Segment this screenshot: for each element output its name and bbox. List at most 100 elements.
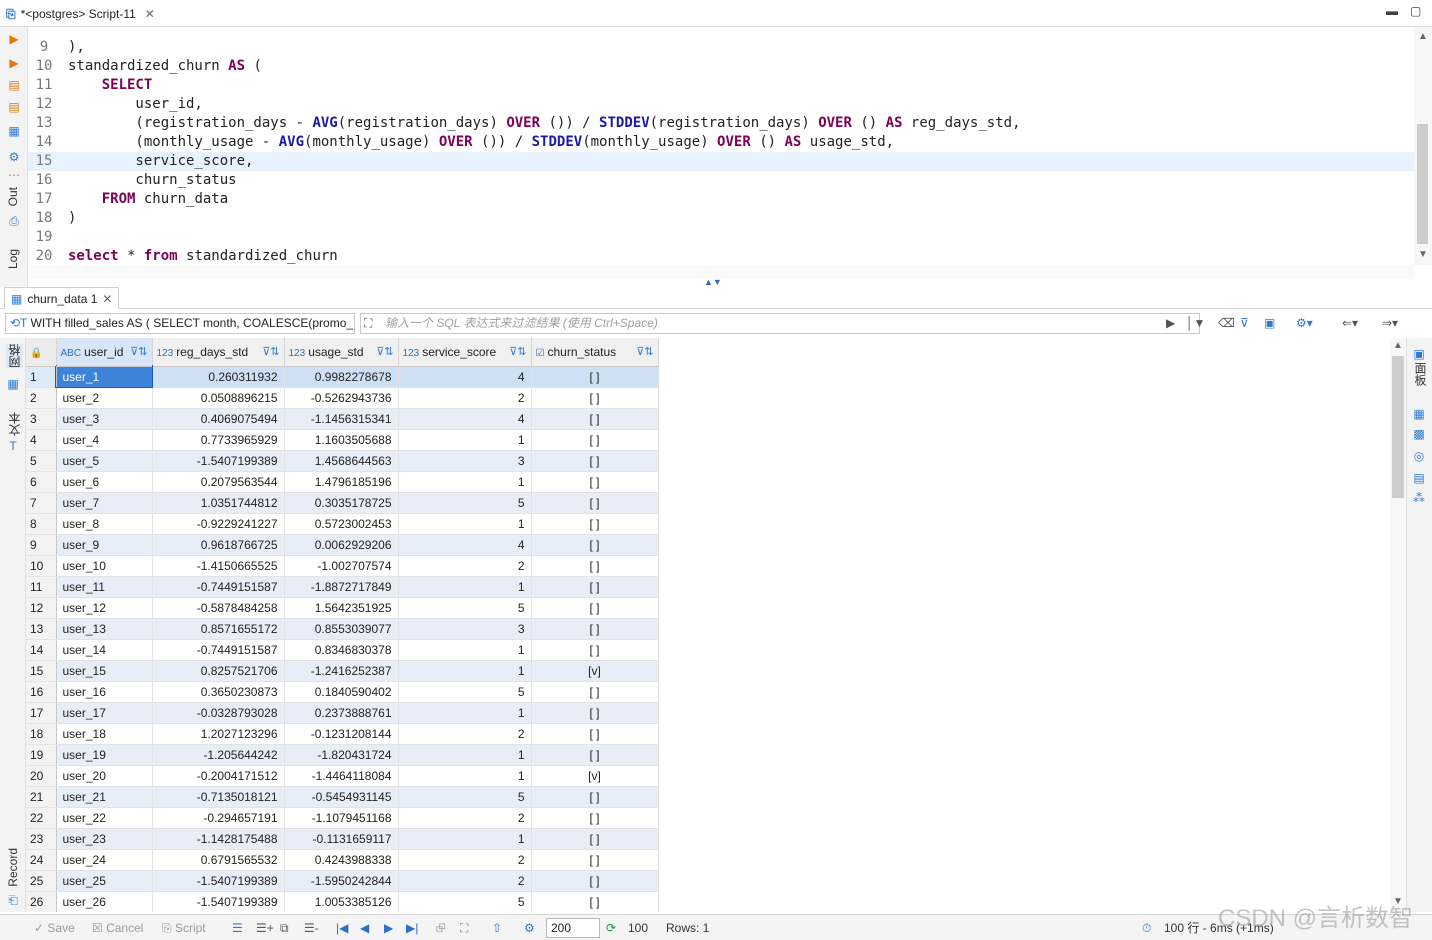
panels-toggle-icon[interactable]: ⛶ [460,921,468,935]
code-line[interactable]: 20 select * from standardized_churn [28,247,1414,265]
table-row[interactable]: 14 user_14 -0.7449151587 0.8346830378 1[ ] [26,639,659,661]
cell-reg-days-std[interactable]: 0.4069075494 [152,408,285,430]
row-number[interactable]: 22 [26,807,57,829]
execute-statement-icon[interactable]: ▶ [6,31,22,47]
cell-churn-status[interactable]: [ ] [531,408,659,430]
cell-churn-status[interactable]: [ ] [531,513,659,535]
cell-service-score[interactable]: 4 [398,534,532,556]
table-row[interactable]: 21 user_21 -0.7135018121 -0.5454931145 5[ ] [26,786,659,808]
execute-script-icon[interactable]: ▤ [6,77,22,93]
column-filter-icon[interactable]: ⊽⇅ [636,345,653,358]
close-tab-icon[interactable]: ✕ [145,7,155,21]
cell-reg-days-std[interactable]: -0.0328793028 [152,702,285,724]
row-number[interactable]: 20 [26,765,57,787]
code-line[interactable]: 14 (monthly_usage - AVG(monthly_usage) O… [28,133,1414,152]
previous-page-icon[interactable]: ◀ [360,921,369,935]
next-page-icon[interactable]: ▶ [384,921,393,935]
column-header-reg-days-std[interactable]: 123 reg_days_std ⊽⇅ [152,338,285,367]
execute-script-new-tab-icon[interactable]: ▤ [6,99,22,115]
cell-user-id[interactable]: user_25 [56,870,153,892]
cell-user-id[interactable]: user_26 [56,891,153,912]
row-number-header[interactable]: 🔒 [26,338,57,367]
cell-usage-std[interactable]: 1.5642351925 [284,597,399,619]
cell-usage-std[interactable]: -0.5262943736 [284,387,399,409]
table-row[interactable]: 10 user_10 -1.4150665525 -1.002707574 2[ ] [26,555,659,577]
cell-churn-status[interactable]: [v] [531,765,659,787]
table-row[interactable]: 17 user_17 -0.0328793028 0.2373888761 1[ ] [26,702,659,724]
cell-reg-days-std[interactable]: -0.9229241227 [152,513,285,535]
cell-churn-status[interactable]: [ ] [531,744,659,766]
cell-churn-status[interactable]: [ ] [531,639,659,661]
cell-reg-days-std[interactable]: -0.7449151587 [152,576,285,598]
cell-user-id[interactable]: user_19 [56,744,153,766]
cell-service-score[interactable]: 3 [398,450,532,472]
cell-service-score[interactable]: 2 [398,849,532,871]
cell-service-score[interactable]: 5 [398,786,532,808]
column-filter-icon[interactable]: ⊽⇅ [376,345,393,358]
cell-user-id[interactable]: user_21 [56,786,153,808]
cell-usage-std[interactable]: 0.5723002453 [284,513,399,535]
cell-usage-std[interactable]: -1.2416252387 [284,660,399,682]
table-row[interactable]: 15 user_15 0.8257521706 -1.2416252387 1 [v] [26,660,659,682]
cell-churn-status[interactable]: [ ] [531,450,659,472]
settings-icon[interactable]: ⚙ [6,149,22,165]
cell-service-score[interactable]: 1 [398,576,532,598]
cell-usage-std[interactable]: 0.9982278678 [284,366,399,388]
cell-user-id[interactable]: user_14 [56,639,153,661]
switch-layout-icon[interactable]: ⮺ [436,921,446,935]
grid-scroll-up-icon[interactable]: ▲ [1393,340,1403,351]
save-button[interactable]: ✓ Save [34,921,75,935]
output-icon[interactable]: ⎙ [6,213,22,229]
row-number[interactable]: 13 [26,618,57,640]
table-row[interactable]: 24 user_24 0.6791565532 0.4243988338 2[ ] [26,849,659,871]
cell-usage-std[interactable]: -1.5950242844 [284,870,399,892]
cell-user-id[interactable]: user_24 [56,849,153,871]
cell-service-score[interactable]: 1 [398,828,532,850]
code-line[interactable]: 12 user_id, [28,95,1414,114]
row-number[interactable]: 1 [26,366,57,388]
text-view-tab[interactable]: 文本 [6,412,23,436]
panels-icon[interactable]: ▣ [1411,346,1427,362]
cell-churn-status[interactable]: [ ] [531,702,659,724]
cell-service-score[interactable]: 5 [398,597,532,619]
grid-view-icon[interactable]: ▦ [5,376,21,392]
cell-user-id[interactable]: user_23 [56,828,153,850]
cell-user-id[interactable]: user_2 [56,387,153,409]
table-row[interactable]: 25 user_25 -1.5407199389 -1.5950242844 2[ ] [26,870,659,892]
table-row[interactable]: 18 user_18 1.2027123296 -0.1231208144 2[ ] [26,723,659,745]
cell-churn-status[interactable]: [ ] [531,870,659,892]
row-number[interactable]: 19 [26,744,57,766]
table-row[interactable]: 7 user_7 1.0351744812 0.3035178725 5[ ] [26,492,659,514]
results-grid[interactable]: 🔒 ABC user_id ⊽⇅ 123 reg_days_std ⊽⇅ 123 usag… [26,338,1390,912]
clear-filter-icon[interactable]: ⌫ [1218,316,1235,330]
cell-user-id[interactable]: user_18 [56,723,153,745]
table-row[interactable]: 4 user_4 0.7733965929 1.1603505688 1[ ] [26,429,659,451]
code-line[interactable]: 13 (registration_days - AVG(registration… [28,114,1414,133]
scroll-down-icon[interactable]: ▼ [1418,249,1428,260]
row-number[interactable]: 21 [26,786,57,808]
code-line[interactable]: 19 [28,228,1414,247]
cell-user-id[interactable]: user_6 [56,471,153,493]
cell-reg-days-std[interactable]: -1.1428175488 [152,828,285,850]
code-line[interactable]: 16 churn_status [28,171,1414,190]
record-mode-toggle[interactable]: Record [6,848,20,887]
row-number[interactable]: 25 [26,870,57,892]
cell-user-id[interactable]: user_22 [56,807,153,829]
cell-reg-days-std[interactable]: 0.7733965929 [152,429,285,451]
cancel-button[interactable]: ☒ Cancel [92,921,143,935]
maximize-icon[interactable]: ▢ [1410,4,1421,18]
cell-reg-days-std[interactable]: -0.294657191 [152,807,285,829]
row-number[interactable]: 10 [26,555,57,577]
cell-churn-status[interactable]: [ ] [531,576,659,598]
cell-churn-status[interactable]: [ ] [531,723,659,745]
cell-service-score[interactable]: 1 [398,429,532,451]
cell-reg-days-std[interactable]: 0.8257521706 [152,660,285,682]
row-number[interactable]: 4 [26,429,57,451]
cell-user-id[interactable]: user_20 [56,765,153,787]
cell-churn-status[interactable]: [v] [531,660,659,682]
grid-scroll-thumb[interactable] [1392,356,1404,498]
row-number[interactable]: 12 [26,597,57,619]
cell-reg-days-std[interactable]: -0.7135018121 [152,786,285,808]
cell-churn-status[interactable]: [ ] [531,681,659,703]
cell-reg-days-std[interactable]: -0.2004171512 [152,765,285,787]
